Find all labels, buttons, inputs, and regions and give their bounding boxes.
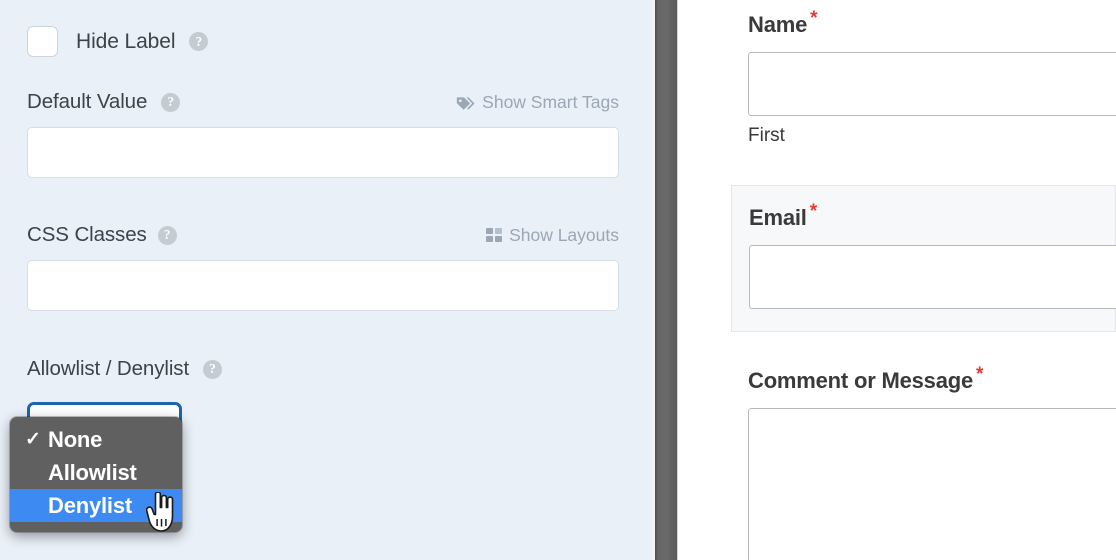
- question-mark-circle-icon[interactable]: ?: [157, 225, 177, 245]
- preview-field-name: Name * First: [679, 9, 1116, 147]
- preview-comment-label-text: Comment or Message: [748, 368, 974, 393]
- css-classes-setting: CSS Classes ? Show Layouts: [27, 223, 619, 311]
- preview-field-label: Email *: [749, 202, 1115, 231]
- default-value-label: Default Value: [27, 90, 148, 113]
- form-preview-panel: Name * First Email * Comment or Message *: [679, 0, 1116, 560]
- form-builder-screen: Hide Label ? Default Value ? Show Smart …: [0, 0, 1116, 560]
- allowlist-denylist-setting: Allowlist / Denylist ?: [27, 357, 619, 381]
- allowlist-denylist-dropdown-menu[interactable]: ✓ None Allowlist Denylist: [10, 417, 182, 532]
- required-asterisk: *: [976, 363, 984, 385]
- show-smart-tags-label: Show Smart Tags: [482, 91, 619, 112]
- preview-field-comment: Comment or Message *: [679, 365, 1116, 560]
- preview-name-input[interactable]: [748, 52, 1116, 116]
- panel-resize-handle[interactable]: [655, 0, 678, 560]
- preview-field-email[interactable]: Email *: [731, 185, 1116, 332]
- show-smart-tags-button[interactable]: Show Smart Tags: [456, 92, 619, 113]
- dropdown-option-label: Denylist: [48, 492, 132, 518]
- question-mark-circle-icon[interactable]: ?: [189, 32, 209, 51]
- grid-icon: [486, 228, 503, 242]
- preview-email-label-text: Email: [749, 205, 807, 230]
- required-asterisk: *: [810, 7, 818, 29]
- field-settings-panel: Hide Label ? Default Value ? Show Smart …: [0, 0, 652, 560]
- default-value-input[interactable]: [27, 127, 619, 178]
- preview-email-input[interactable]: [749, 245, 1116, 309]
- preview-name-sublabel: First: [748, 125, 785, 146]
- preview-comment-textarea[interactable]: [748, 408, 1116, 560]
- preview-field-label: Comment or Message *: [748, 365, 1116, 394]
- dropdown-option-label: Allowlist: [48, 459, 137, 485]
- question-mark-circle-icon[interactable]: ?: [203, 359, 223, 379]
- dropdown-option-denylist[interactable]: Denylist: [10, 489, 182, 522]
- checkmark-icon: ✓: [25, 429, 41, 450]
- default-value-setting: Default Value ? Show Smart Tags: [27, 90, 619, 178]
- allowlist-denylist-label: Allowlist / Denylist: [27, 357, 190, 380]
- tag-icon: [456, 95, 475, 110]
- css-classes-label: CSS Classes: [27, 223, 147, 246]
- show-layouts-button[interactable]: Show Layouts: [486, 225, 619, 246]
- question-mark-circle-icon[interactable]: ?: [161, 92, 181, 112]
- hide-label-checkbox[interactable]: [27, 26, 58, 57]
- dropdown-option-label: None: [48, 426, 103, 452]
- css-classes-input[interactable]: [27, 260, 619, 311]
- show-layouts-label: Show Layouts: [509, 224, 619, 245]
- hide-label-text: Hide Label: [76, 29, 176, 53]
- dropdown-option-allowlist[interactable]: Allowlist: [10, 456, 182, 489]
- preview-name-label-text: Name: [748, 12, 808, 37]
- preview-field-label: Name *: [748, 9, 1116, 38]
- required-asterisk: *: [809, 200, 817, 222]
- dropdown-option-none[interactable]: ✓ None: [10, 423, 182, 456]
- hide-label-setting: Hide Label ?: [27, 26, 619, 57]
